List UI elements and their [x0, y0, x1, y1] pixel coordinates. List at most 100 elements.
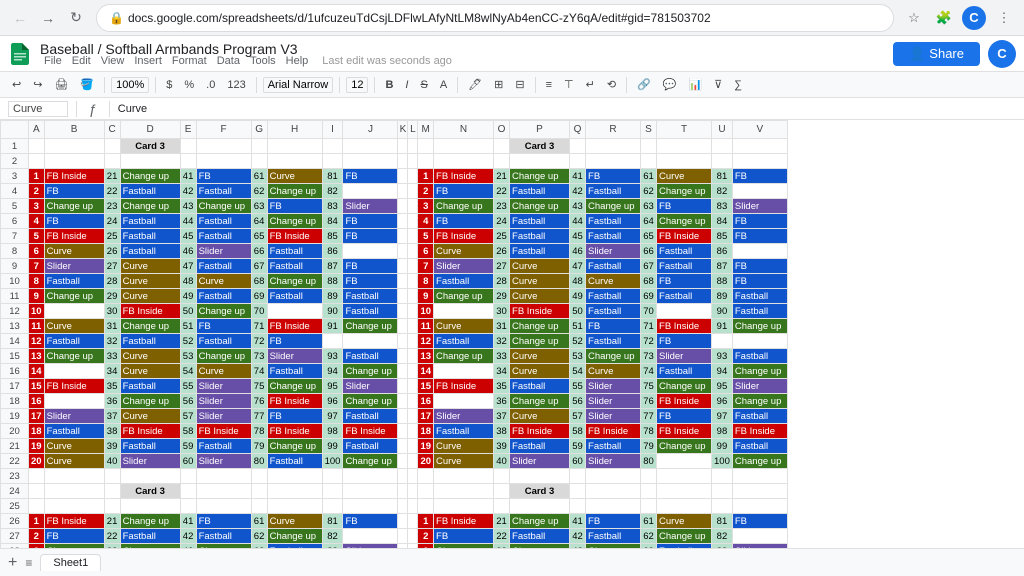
table-cell[interactable]: 67	[641, 259, 657, 274]
table-cell[interactable]: Curve	[434, 319, 494, 334]
table-cell[interactable]: Change up	[120, 199, 180, 214]
table-cell[interactable]: 91	[712, 319, 733, 334]
table-cell[interactable]: Fastball	[196, 529, 251, 544]
table-cell[interactable]	[29, 139, 45, 154]
table-cell[interactable]: FB Inside	[44, 229, 104, 244]
table-cell[interactable]: 81	[712, 169, 733, 184]
table-cell[interactable]	[494, 469, 510, 484]
table-cell[interactable]: Curve	[267, 514, 322, 529]
chart-btn[interactable]: 📊	[684, 77, 706, 92]
table-cell[interactable]: 26	[494, 244, 510, 259]
table-cell[interactable]: 45	[180, 229, 196, 244]
table-cell[interactable]: Slider	[586, 454, 641, 469]
link-btn[interactable]: 🔗	[633, 77, 655, 92]
table-cell[interactable]: FB	[732, 514, 787, 529]
table-cell[interactable]	[251, 469, 267, 484]
table-cell[interactable]	[494, 484, 510, 499]
table-cell[interactable]	[434, 394, 494, 409]
table-row[interactable]: 1Card 3Card 3	[1, 139, 788, 154]
table-row[interactable]: 1715FB Inside35Fastball55Slider75Change …	[1, 379, 788, 394]
table-cell[interactable]: FB	[434, 214, 494, 229]
table-cell[interactable]: FB Inside	[120, 424, 180, 439]
table-cell[interactable]: 1	[29, 169, 45, 184]
table-cell[interactable]: 97	[712, 409, 733, 424]
table-cell[interactable]	[322, 139, 343, 154]
table-cell[interactable]: FB	[657, 199, 712, 214]
table-cell[interactable]: 1	[418, 169, 434, 184]
table-cell[interactable]	[657, 139, 712, 154]
table-cell[interactable]: 80	[251, 454, 267, 469]
table-cell[interactable]	[398, 409, 408, 424]
table-cell[interactable]	[408, 349, 418, 364]
table-cell[interactable]: Change up	[267, 379, 322, 394]
table-cell[interactable]: Change up	[343, 394, 398, 409]
table-cell[interactable]: Fastball	[343, 289, 398, 304]
table-cell[interactable]: 35	[494, 379, 510, 394]
table-cell[interactable]	[398, 169, 408, 184]
table-cell[interactable]: 9	[418, 289, 434, 304]
table-cell[interactable]	[322, 484, 343, 499]
table-cell[interactable]	[398, 394, 408, 409]
table-cell[interactable]: 68	[251, 274, 267, 289]
comment-btn[interactable]: 💬	[659, 77, 681, 92]
table-cell[interactable]: 51	[570, 319, 586, 334]
table-cell[interactable]	[343, 184, 398, 199]
table-cell[interactable]: 14	[29, 364, 45, 379]
table-cell[interactable]: 34	[494, 364, 510, 379]
table-cell[interactable]	[398, 334, 408, 349]
table-cell[interactable]	[44, 304, 104, 319]
table-cell[interactable]: 25	[494, 229, 510, 244]
table-cell[interactable]: 72	[251, 334, 267, 349]
table-cell[interactable]	[586, 154, 641, 169]
table-cell[interactable]: Fastball	[586, 229, 641, 244]
table-cell[interactable]: 77	[251, 409, 267, 424]
table-cell[interactable]: 95	[712, 379, 733, 394]
table-cell[interactable]	[398, 349, 408, 364]
percent-btn[interactable]: %	[180, 78, 198, 92]
table-cell[interactable]: 82	[322, 529, 343, 544]
table-cell[interactable]: 19	[29, 439, 45, 454]
table-cell[interactable]	[434, 499, 494, 514]
table-cell[interactable]: 62	[641, 529, 657, 544]
table-cell[interactable]: 34	[104, 364, 120, 379]
table-cell[interactable]: 50	[180, 304, 196, 319]
table-cell[interactable]	[180, 154, 196, 169]
table-cell[interactable]: FB Inside	[510, 304, 570, 319]
table-row[interactable]: 1412Fastball32Fastball52Fastball72FB12Fa…	[1, 334, 788, 349]
table-cell[interactable]: FB	[586, 319, 641, 334]
table-cell[interactable]	[641, 469, 657, 484]
table-cell[interactable]	[343, 529, 398, 544]
table-cell[interactable]: 17	[29, 409, 45, 424]
table-cell[interactable]: Slider	[343, 199, 398, 214]
table-row[interactable]: 53Change up23Change up43Change up63FB83S…	[1, 199, 788, 214]
table-cell[interactable]	[120, 499, 180, 514]
table-cell[interactable]: Slider	[510, 454, 570, 469]
table-cell[interactable]	[586, 139, 641, 154]
add-sheet-btn[interactable]: +	[8, 554, 17, 572]
table-cell[interactable]: 31	[494, 319, 510, 334]
table-cell[interactable]: Fastball	[196, 289, 251, 304]
table-cell[interactable]: 41	[180, 169, 196, 184]
table-cell[interactable]: 13	[418, 349, 434, 364]
refresh-button[interactable]: ↻	[64, 6, 88, 30]
table-cell[interactable]: FB	[44, 529, 104, 544]
table-cell[interactable]	[712, 154, 733, 169]
table-cell[interactable]: 61	[641, 514, 657, 529]
table-cell[interactable]: 42	[570, 529, 586, 544]
table-cell[interactable]: Fastball	[343, 409, 398, 424]
table-cell[interactable]: Fastball	[267, 364, 322, 379]
table-cell[interactable]	[434, 139, 494, 154]
menu-tools[interactable]: Tools	[246, 55, 280, 67]
table-cell[interactable]: 99	[712, 439, 733, 454]
table-cell[interactable]	[732, 244, 787, 259]
table-cell[interactable]: Slider	[44, 409, 104, 424]
table-cell[interactable]: 14	[418, 364, 434, 379]
table-cell[interactable]: Fastball	[44, 274, 104, 289]
table-cell[interactable]: 94	[712, 364, 733, 379]
table-cell[interactable]: 87	[322, 259, 343, 274]
table-cell[interactable]	[398, 139, 408, 154]
table-cell[interactable]: 82	[712, 529, 733, 544]
table-cell[interactable]: 60	[180, 454, 196, 469]
table-cell[interactable]	[180, 484, 196, 499]
table-cell[interactable]: Fastball	[657, 289, 712, 304]
